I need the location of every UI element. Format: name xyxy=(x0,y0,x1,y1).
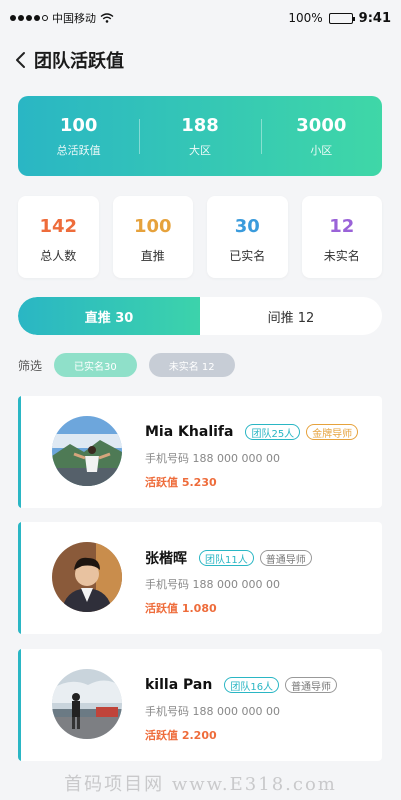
team-size-badge: 团队25人 xyxy=(245,424,301,440)
member-card[interactable]: killa Pan 团队16人 普通导师 手机号码 188 000 000 00… xyxy=(18,649,382,761)
summary-value: 100 xyxy=(59,114,98,136)
mentor-level-badge: 普通导师 xyxy=(259,550,312,566)
stat-value: 100 xyxy=(133,216,172,237)
carrier-name: 中国移动 xyxy=(52,12,96,25)
stat-label: 直推 xyxy=(140,249,165,263)
mentor-level-badge: 金牌导师 xyxy=(306,424,359,440)
stat-value: 142 xyxy=(39,216,78,237)
watermark: 首码项目网 www.E318.com xyxy=(64,774,337,795)
stat-card-direct: 100 直推 xyxy=(112,196,193,278)
member-info: killa Pan 团队16人 普通导师 手机号码 188 000 000 00… xyxy=(145,675,374,743)
card-accent-bar xyxy=(18,649,21,761)
summary-value: 188 xyxy=(181,114,219,136)
member-phone: 手机号码 188 000 000 00 xyxy=(145,578,280,591)
member-card[interactable]: 张楷晖 团队11人 普通导师 手机号码 188 000 000 00 活跃值 1… xyxy=(18,522,382,634)
nav-header: 团队活跃值 xyxy=(14,46,124,74)
member-name-row: killa Pan 团队16人 普通导师 xyxy=(145,675,374,695)
stat-card-total: 142 总人数 xyxy=(18,196,99,278)
member-name: killa Pan xyxy=(145,677,213,693)
filter-chip-verified[interactable]: 已实名30 xyxy=(54,353,137,377)
summary-value: 3000 xyxy=(296,114,347,136)
member-phone: 手机号码 188 000 000 00 xyxy=(145,705,280,718)
filter-label: 筛选 xyxy=(18,358,43,373)
tab-direct[interactable]: 直推 30 xyxy=(18,297,200,335)
filter-chip-unverified[interactable]: 未实名 12 xyxy=(148,353,235,377)
member-activity: 活跃值 2.200 xyxy=(145,729,217,742)
summary-total: 100 总活跃值 xyxy=(18,115,139,158)
member-phone: 手机号码 188 000 000 00 xyxy=(145,452,280,465)
stat-card-unverified: 12 未实名 xyxy=(301,196,382,278)
mentor-level-badge: 普通导师 xyxy=(285,677,338,693)
activity-summary-card: 100 总活跃值 188 大区 3000 小区 xyxy=(18,96,382,176)
team-size-badge: 团队16人 xyxy=(224,677,280,693)
stat-value: 12 xyxy=(329,216,355,237)
summary-label: 总活跃值 xyxy=(56,143,101,157)
avatar xyxy=(52,669,122,739)
status-bar: 中国移动 100% 9:41 xyxy=(0,0,401,36)
member-name-row: 张楷晖 团队11人 普通导师 xyxy=(145,548,374,568)
member-name-row: Mia Khalifa 团队25人 金牌导师 xyxy=(145,422,374,442)
card-accent-bar xyxy=(18,522,21,634)
signal-icon xyxy=(10,15,48,21)
team-size-badge: 团队11人 xyxy=(199,550,254,566)
stat-label: 未实名 xyxy=(323,249,360,263)
card-accent-bar xyxy=(18,396,21,508)
member-name: 张楷晖 xyxy=(145,551,187,567)
avatar xyxy=(52,416,122,486)
member-info: Mia Khalifa 团队25人 金牌导师 手机号码 188 000 000 … xyxy=(145,422,374,490)
battery-percent: 100% xyxy=(288,11,323,25)
status-right: 100% 9:41 xyxy=(288,11,391,26)
battery-icon xyxy=(328,12,355,24)
stat-value: 30 xyxy=(234,216,260,237)
member-activity: 活跃值 1.080 xyxy=(145,602,217,615)
member-info: 张楷晖 团队11人 普通导师 手机号码 188 000 000 00 活跃值 1… xyxy=(145,548,374,616)
page-title: 团队活跃值 xyxy=(34,51,124,72)
filter-bar: 筛选 已实名30 未实名 12 xyxy=(18,352,235,378)
referral-tabs: 直推 30 间推 12 xyxy=(18,297,382,335)
summary-large-region: 188 大区 xyxy=(139,115,260,158)
clock: 9:41 xyxy=(358,10,391,26)
member-card[interactable]: Mia Khalifa 团队25人 金牌导师 手机号码 188 000 000 … xyxy=(18,396,382,508)
stat-label: 总人数 xyxy=(40,249,77,263)
summary-label: 小区 xyxy=(310,143,333,157)
stat-card-verified: 30 已实名 xyxy=(207,196,288,278)
stats-row: 142 总人数 100 直推 30 已实名 12 未实名 xyxy=(18,196,382,278)
stat-label: 已实名 xyxy=(229,249,266,263)
avatar xyxy=(52,542,122,612)
member-name: Mia Khalifa xyxy=(145,424,234,440)
member-activity: 活跃值 5.230 xyxy=(145,476,217,489)
summary-small-region: 3000 小区 xyxy=(260,114,382,158)
wifi-icon xyxy=(100,13,114,23)
back-arrow-icon[interactable] xyxy=(14,51,28,69)
tab-indirect[interactable]: 间推 12 xyxy=(200,297,382,335)
status-left: 中国移动 xyxy=(10,10,114,26)
summary-label: 大区 xyxy=(188,143,211,157)
